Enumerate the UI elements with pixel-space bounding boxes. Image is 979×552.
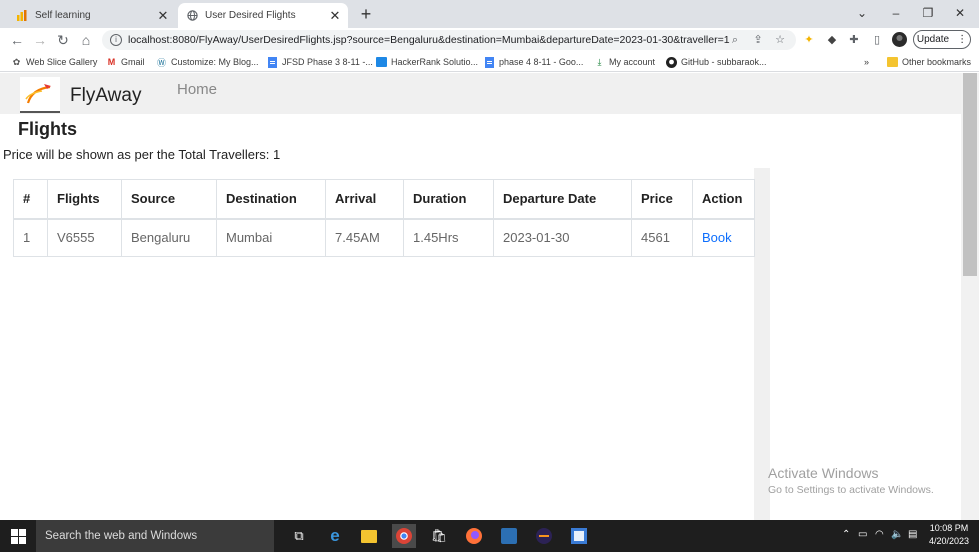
clock-date: 4/20/2023 — [928, 536, 970, 546]
traveller-price-note: Price will be shown as per the Total Tra… — [3, 147, 281, 162]
side-panel-icon[interactable]: ▯ — [869, 32, 885, 48]
bookmarks-overflow-button[interactable]: » — [864, 55, 869, 69]
notepad-icon[interactable] — [567, 524, 591, 548]
site-info-icon[interactable]: i — [110, 34, 122, 46]
web-slice-icon: ✿ — [12, 56, 21, 67]
table-cell: 7.45AM — [325, 218, 404, 257]
notifications-icon[interactable]: ▤ — [908, 529, 917, 540]
url-text: localhost:8080/FlyAway/UserDesiredFlight… — [128, 34, 730, 46]
book-link[interactable]: Book — [692, 218, 755, 257]
eclipse-icon[interactable] — [532, 524, 556, 548]
reload-icon[interactable]: ↻ — [54, 31, 72, 49]
table-cell: V6555 — [47, 218, 122, 257]
extension-icon[interactable]: ◆ — [824, 32, 840, 48]
tab-user-desired-flights[interactable]: User Desired Flights ✕ — [178, 3, 348, 28]
bookmark-star-icon[interactable]: ☆ — [773, 33, 787, 47]
google-docs-icon — [484, 56, 495, 68]
table-cell: 1 — [13, 218, 48, 257]
share-icon[interactable]: ⇪ — [751, 33, 765, 47]
bookmark-item[interactable]: JFSD Phase 3 8-11 -... — [267, 55, 373, 69]
wifi-icon[interactable]: ◠ — [875, 529, 884, 540]
table-cell: Bengaluru — [121, 218, 217, 257]
tab-title: User Desired Flights — [205, 10, 296, 21]
flyaway-logo-icon[interactable] — [20, 77, 60, 113]
tab-self-learning[interactable]: Self learning ✕ — [8, 3, 176, 28]
network-icon[interactable]: ▭ — [858, 529, 867, 540]
edge-icon[interactable]: e — [323, 524, 347, 548]
taskbar-search-box[interactable]: Search the web and Windows — [36, 520, 274, 552]
scrollbar-thumb[interactable] — [963, 73, 977, 276]
table-cell: Mumbai — [216, 218, 326, 257]
profile-avatar[interactable] — [891, 32, 907, 48]
bookmark-item[interactable]: ⤓ My account — [594, 55, 656, 69]
store-icon[interactable]: 🛍 — [427, 524, 451, 548]
close-tab-icon[interactable]: ✕ — [156, 8, 170, 24]
table-header-row: # Flights Source Destination Arrival Dur… — [13, 179, 755, 220]
volume-icon[interactable]: 🔈 — [891, 529, 903, 540]
close-window-button[interactable]: ✕ — [944, 2, 976, 24]
update-label: Update — [916, 34, 950, 45]
table-row: 1 V6555 Bengaluru Mumbai 7.45AM 1.45Hrs … — [13, 218, 755, 257]
minimize-button[interactable]: – — [880, 2, 912, 24]
bookmark-item[interactable]: phase 4 8-11 - Goo... — [484, 55, 583, 69]
flights-table: # Flights Source Destination Arrival Dur… — [13, 179, 755, 257]
column-header: Duration — [403, 179, 494, 220]
close-tab-icon[interactable]: ✕ — [328, 8, 342, 24]
page-title: Flights — [18, 119, 77, 139]
extensions-puzzle-icon[interactable]: ✚ — [846, 32, 862, 48]
bookmark-item[interactable]: HackerRank Solutio... — [376, 55, 478, 69]
taskbar-clock[interactable]: 10:08 PM 4/20/2023 — [924, 522, 974, 548]
clock-time: 10:08 PM — [929, 523, 969, 533]
column-header: Action — [692, 179, 755, 220]
home-icon[interactable]: ⌂ — [77, 31, 95, 49]
github-icon — [666, 56, 677, 68]
table-cell: 1.45Hrs — [403, 218, 494, 257]
update-button[interactable]: Update ⋮ — [913, 30, 971, 49]
column-header: Departure Date — [493, 179, 632, 220]
tab-search-icon[interactable]: ⌄ — [846, 2, 878, 24]
column-header: Source — [121, 179, 217, 220]
file-explorer-icon[interactable] — [357, 524, 381, 548]
folder-icon — [887, 57, 898, 68]
site-navbar — [0, 73, 961, 114]
show-hidden-icons[interactable]: ⌃ — [842, 529, 850, 540]
chart-bars-icon — [16, 10, 28, 22]
table-cell: 2023-01-30 — [493, 218, 632, 257]
chrome-icon[interactable] — [392, 524, 416, 548]
zoom-icon[interactable]: ⌕ — [728, 33, 742, 47]
other-bookmarks[interactable]: Other bookmarks — [887, 55, 971, 69]
brand-name[interactable]: FlyAway — [70, 85, 141, 107]
column-header: Destination — [216, 179, 326, 220]
activate-windows-title: Activate Windows — [768, 465, 879, 481]
table-cell: 4561 — [631, 218, 693, 257]
bookmark-item[interactable]: Ⓦ Customize: My Blog... — [156, 55, 259, 69]
google-docs-icon — [267, 56, 278, 68]
back-icon[interactable]: ← — [8, 31, 26, 49]
column-header: Flights — [47, 179, 122, 220]
column-header: # — [13, 179, 48, 220]
hackerrank-icon — [376, 57, 387, 68]
wordpress-icon: Ⓦ — [156, 57, 166, 68]
task-view-icon[interactable]: ⧉ — [287, 524, 311, 548]
gmail-icon: M — [107, 57, 116, 67]
extension-icon[interactable]: ✦ — [801, 32, 817, 48]
bookmark-item[interactable]: GitHub - subbaraok... — [666, 55, 767, 69]
firefox-icon[interactable] — [462, 524, 486, 548]
address-bar[interactable]: i localhost:8080/FlyAway/UserDesiredFlig… — [102, 30, 796, 50]
forward-icon[interactable]: → — [31, 31, 49, 49]
globe-icon — [186, 10, 198, 22]
download-icon: ⤓ — [597, 56, 602, 67]
activate-windows-subtitle: Go to Settings to activate Windows. — [768, 484, 934, 496]
bookmark-item[interactable]: ✿ Web Slice Gallery — [11, 55, 98, 69]
nav-home-link[interactable]: Home — [177, 81, 217, 98]
windows-start-icon[interactable] — [0, 520, 36, 552]
column-header: Arrival — [325, 179, 404, 220]
tab-title: Self learning — [35, 10, 91, 21]
restore-button[interactable]: ❐ — [912, 2, 944, 24]
bookmark-item[interactable]: M Gmail — [106, 55, 145, 69]
new-tab-button[interactable]: + — [356, 4, 376, 24]
menu-kebab-icon: ⋮ — [957, 34, 968, 45]
column-header: Price — [631, 179, 693, 220]
vscode-icon[interactable] — [497, 524, 521, 548]
